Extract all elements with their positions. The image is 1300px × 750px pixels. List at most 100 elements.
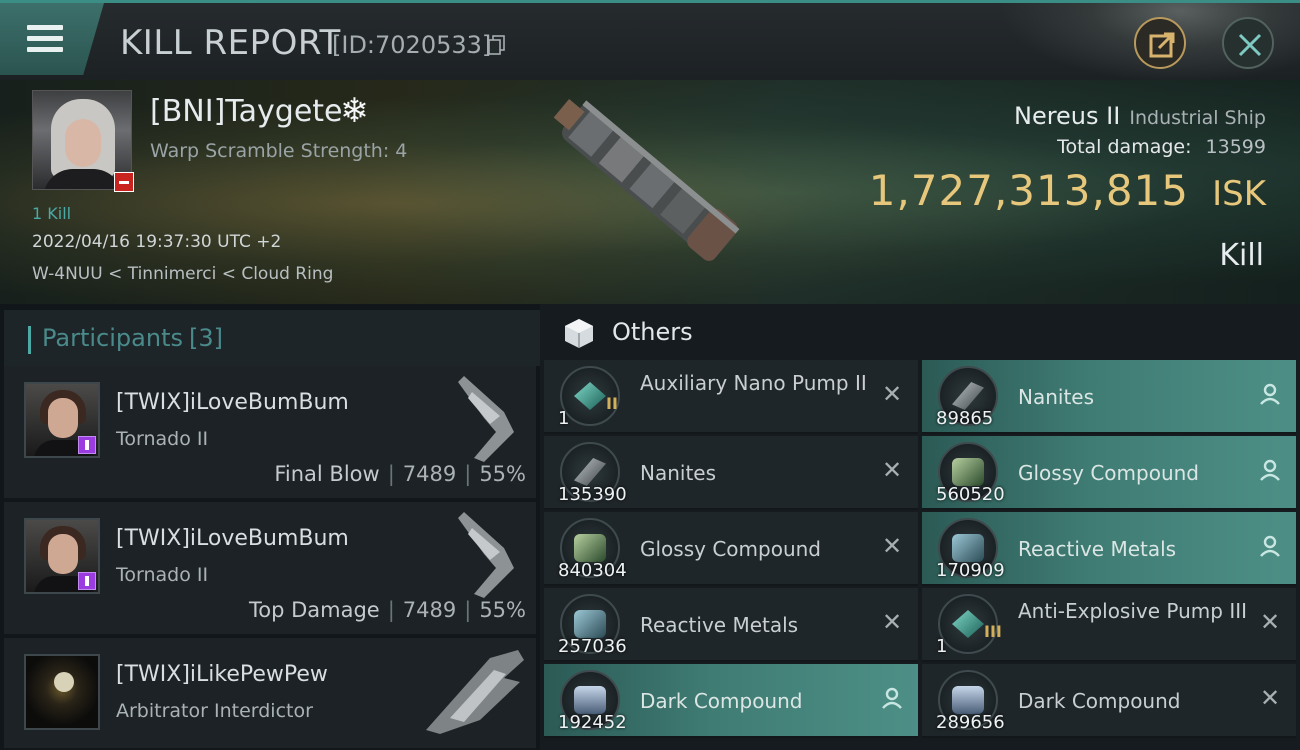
participants-header: Participants [3] [4, 310, 540, 366]
total-damage-value: 13599 [1205, 136, 1266, 158]
isk-value: 1,727,313,815 [868, 166, 1189, 215]
item-row[interactable]: 840304 Glossy Compound ✕ [544, 512, 918, 586]
victim-ship-class: Industrial Ship [1129, 107, 1266, 129]
participants-count: [3] [188, 324, 223, 352]
header-bar: KILL REPORT [ID:7020533] [0, 0, 1300, 83]
item-name: Anti-Explosive Pump III [1018, 599, 1248, 623]
kill-datetime: 2022/04/16 19:37:30 UTC +2 [32, 232, 282, 252]
item-name: Glossy Compound [640, 537, 821, 561]
item-row[interactable]: 1 II Auxiliary Nano Pump II ✕ [544, 360, 918, 434]
share-export-icon [1149, 32, 1175, 58]
destroyed-x-icon: ✕ [881, 380, 903, 408]
item-quantity: 1 [936, 636, 948, 657]
others-header: Others [540, 304, 1300, 360]
kill-count-link[interactable]: 1 Kill [32, 204, 71, 223]
participant-ship-image [458, 376, 514, 462]
item-row[interactable]: 1 III Anti-Explosive Pump III ✕ [922, 588, 1296, 662]
participants-title-text: Participants [42, 324, 183, 352]
participant-stats: Final Blow | 7489 | 55% [274, 462, 526, 486]
item-quantity: 257036 [558, 636, 627, 657]
copy-icon[interactable] [488, 35, 506, 55]
report-id: [ID:7020533] [332, 31, 492, 59]
destroyed-x-icon: ✕ [1259, 608, 1281, 636]
item-quantity: 170909 [936, 560, 1005, 581]
hamburger-menu-icon[interactable] [27, 25, 63, 53]
cargo-box-icon [565, 319, 593, 348]
warp-scramble-strength: Warp Scramble Strength: 4 [150, 140, 408, 162]
participant-card[interactable]: [TWIX]iLoveBumBum Tornado II Final Blow |… [4, 366, 536, 500]
participant-name[interactable]: [TWIX]iLoveBumBum [116, 526, 349, 551]
participants-title: Participants [3] [42, 324, 223, 352]
corp-standing-badge [78, 436, 96, 454]
item-meta-level: II [606, 394, 618, 413]
participant-card[interactable]: [TWIX]iLikePewPew Arbitrator Interdictor [4, 638, 536, 750]
victim-ship-name[interactable]: Nereus II [1014, 102, 1120, 130]
kill-type-label: Kill [1219, 238, 1264, 273]
item-quantity: 89865 [936, 408, 994, 429]
participant-ship: Tornado II [116, 428, 209, 450]
participant-name[interactable]: [TWIX]iLikePewPew [116, 662, 328, 687]
dropped-person-icon [1260, 459, 1280, 481]
item-row[interactable]: 135390 Nanites ✕ [544, 436, 918, 510]
destroyed-x-icon: ✕ [881, 532, 903, 560]
isk-loss: 1,727,313,815 ISK [869, 166, 1266, 215]
destroyed-x-icon: ✕ [881, 608, 903, 636]
participant-ship: Arbitrator Interdictor [116, 700, 313, 722]
dropped-person-icon [1260, 383, 1280, 405]
isk-unit: ISK [1212, 174, 1266, 214]
item-meta-level: III [984, 622, 1002, 641]
participant-card[interactable]: [TWIX]iLoveBumBum Tornado II Top Damage |… [4, 502, 536, 636]
participant-name[interactable]: [TWIX]iLoveBumBum [116, 390, 349, 415]
item-row[interactable]: 89865 Nanites [922, 360, 1296, 434]
item-quantity: 289656 [936, 712, 1005, 733]
destroyed-x-icon: ✕ [1259, 684, 1281, 712]
dropped-person-icon [882, 687, 902, 709]
close-icon [1238, 33, 1262, 57]
others-title: Others [612, 318, 693, 346]
participant-portrait[interactable] [24, 654, 100, 730]
participant-percent: 55% [479, 598, 526, 622]
item-name: Dark Compound [1018, 689, 1181, 713]
share-button[interactable] [1134, 17, 1186, 69]
menu-button[interactable] [0, 3, 104, 75]
victim-ship-image [553, 99, 740, 261]
item-quantity: 1 [558, 408, 570, 429]
item-name: Auxiliary Nano Pump II [640, 371, 867, 395]
victim-banner: [BNI]Taygete ❄ Warp Scramble Strength: 4… [0, 80, 1300, 304]
item-name: Reactive Metals [1018, 537, 1177, 561]
participant-role: Final Blow [274, 462, 380, 486]
item-quantity: 560520 [936, 484, 1005, 505]
participant-percent: 55% [479, 462, 526, 486]
item-name: Reactive Metals [640, 613, 799, 637]
item-quantity: 840304 [558, 560, 627, 581]
others-panel: Others 1 II Auxiliary Nano Pump II ✕ 898… [540, 304, 1300, 750]
item-row[interactable]: 170909 Reactive Metals [922, 512, 1296, 586]
participants-panel: Participants [3] [TWIX]iLoveBumBum Tornad… [0, 304, 540, 750]
kill-location[interactable]: W-4NUU < Tinnimerci < Cloud Ring [32, 264, 333, 284]
snowflake-icon: ❄ [340, 91, 369, 131]
item-name: Nanites [640, 461, 717, 485]
victim-ship-info: Nereus II Industrial Ship [1014, 102, 1266, 130]
item-quantity: 135390 [558, 484, 627, 505]
destroyed-x-icon: ✕ [881, 456, 903, 484]
item-name: Nanites [1018, 385, 1095, 409]
participant-damage: 7489 [402, 462, 457, 486]
total-damage-label: Total damage: [1057, 136, 1192, 158]
close-button[interactable] [1222, 17, 1274, 69]
participant-role: Top Damage [248, 598, 380, 622]
item-row[interactable]: 192452 Dark Compound [544, 664, 918, 738]
item-row[interactable]: 289656 Dark Compound ✕ [922, 664, 1296, 738]
dropped-person-icon [1260, 535, 1280, 557]
item-name: Glossy Compound [1018, 461, 1199, 485]
participant-stats: Top Damage | 7489 | 55% [248, 598, 526, 622]
corp-standing-badge [78, 572, 96, 590]
participant-damage: 7489 [402, 598, 457, 622]
item-row[interactable]: 257036 Reactive Metals ✕ [544, 588, 918, 662]
item-row[interactable]: 560520 Glossy Compound [922, 436, 1296, 510]
participant-ship-image [458, 512, 514, 598]
page-title: KILL REPORT [120, 23, 341, 63]
total-damage: Total damage: 13599 [1057, 136, 1266, 158]
victim-name[interactable]: [BNI]Taygete [150, 94, 343, 129]
participant-ship-image [426, 650, 524, 734]
participant-ship: Tornado II [116, 564, 209, 586]
